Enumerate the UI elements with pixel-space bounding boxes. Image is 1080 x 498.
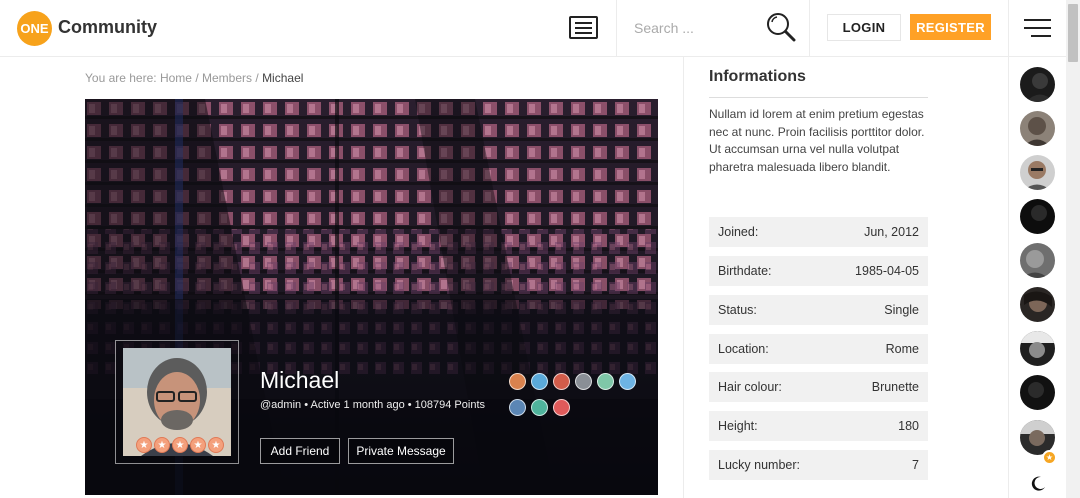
- info-label: Hair colour:: [718, 380, 782, 394]
- info-label: Height:: [718, 419, 758, 433]
- avatar-photo: [1024, 161, 1050, 190]
- info-row-status: Status: Single: [709, 295, 928, 325]
- scrollbar-thumb[interactable]: [1068, 4, 1078, 62]
- info-row-joined: Joined: Jun, 2012: [709, 217, 928, 247]
- info-row-height: Height: 180: [709, 411, 928, 441]
- login-button[interactable]: LOGIN: [827, 14, 901, 41]
- menu-list-icon[interactable]: [569, 16, 598, 39]
- logo-badge[interactable]: ONE: [17, 11, 52, 46]
- avatar-photo: [1022, 250, 1048, 278]
- book-badge-icon[interactable]: [509, 399, 526, 416]
- search-input[interactable]: [634, 17, 754, 39]
- globe-badge-icon[interactable]: [575, 373, 592, 390]
- info-description: Nullam id lorem at enim pretium egestas …: [709, 107, 925, 174]
- info-label: Status:: [718, 303, 757, 317]
- info-row-location: Location: Rome: [709, 334, 928, 364]
- member-avatar[interactable]: [1020, 111, 1055, 146]
- check-badge-icon[interactable]: [597, 373, 614, 390]
- profile-activity: Active 1 month ago: [310, 399, 405, 411]
- member-avatar[interactable]: [1020, 375, 1055, 410]
- profile-handle: @admin: [260, 399, 302, 411]
- meta-bullet: •: [407, 399, 412, 411]
- clock-badge-icon[interactable]: [531, 399, 548, 416]
- avatar-photo: [1028, 382, 1044, 398]
- profile-name: Michael: [260, 367, 340, 393]
- profile-meta: @admin • Active 1 month ago • 108794 Poi…: [260, 399, 485, 411]
- dark-mode-moon-icon[interactable]: [1030, 476, 1046, 492]
- profile-avatar[interactable]: ★ ★ ★ ★ ★: [123, 348, 231, 456]
- info-row-birthdate: Birthdate: 1985-04-05: [709, 256, 928, 286]
- avatar-photo: [1024, 117, 1050, 146]
- breadcrumb-home-link[interactable]: Home: [160, 71, 192, 85]
- search-icon[interactable]: [766, 12, 796, 42]
- divider: [1008, 0, 1009, 57]
- avatar-photo: [1024, 291, 1052, 312]
- rating-stars: ★ ★ ★ ★ ★: [136, 437, 224, 453]
- avatar-frame: ★ ★ ★ ★ ★: [115, 340, 239, 464]
- page-scrollbar[interactable]: [1066, 0, 1080, 498]
- trophy-badge-icon[interactable]: [553, 373, 570, 390]
- breadcrumb-separator: /: [255, 71, 259, 85]
- profile-points: 108794 Points: [414, 399, 486, 411]
- star-icon: ★: [208, 437, 224, 453]
- info-value: 180: [898, 419, 919, 433]
- member-avatar[interactable]: [1020, 199, 1055, 234]
- star-icon: ★: [154, 437, 170, 453]
- member-avatar[interactable]: [1020, 287, 1055, 322]
- info-label: Birthdate:: [718, 264, 772, 278]
- logo-text[interactable]: Community: [58, 17, 157, 38]
- avatar-photo: [1020, 331, 1055, 358]
- star-icon: ★: [172, 437, 188, 453]
- info-label: Location:: [718, 342, 769, 356]
- info-value: 7: [912, 458, 919, 472]
- badge-icon[interactable]: [509, 373, 526, 390]
- mail-badge-icon[interactable]: [619, 373, 636, 390]
- breadcrumb-separator: /: [195, 71, 199, 85]
- member-avatar[interactable]: [1020, 67, 1055, 102]
- info-value: Brunette: [871, 380, 919, 394]
- member-avatar[interactable]: [1020, 155, 1055, 190]
- breadcrumb-current: Michael: [262, 71, 304, 85]
- info-value: 1985-04-05: [855, 264, 919, 278]
- breadcrumb-members-link[interactable]: Members: [202, 71, 252, 85]
- star-icon: ★: [190, 437, 206, 453]
- divider: [616, 0, 617, 57]
- profile-cover: ★ ★ ★ ★ ★ Michael @admin • Active 1 mont…: [85, 99, 658, 495]
- member-avatar[interactable]: [1020, 243, 1055, 278]
- avatar-photo: [1031, 205, 1047, 221]
- star-badge-icon: ★: [1042, 450, 1057, 465]
- breadcrumb-prefix: You are here:: [85, 71, 157, 85]
- member-avatar[interactable]: [1020, 331, 1055, 366]
- site-header: ONE Community LOGIN REGISTER: [0, 0, 1066, 57]
- breadcrumb: You are here: Home / Members / Michael: [85, 71, 303, 85]
- meta-bullet: •: [304, 399, 309, 411]
- info-title: Informations: [709, 68, 806, 85]
- add-friend-button[interactable]: Add Friend: [260, 438, 340, 464]
- info-value: Rome: [885, 342, 919, 356]
- info-row-hair-colour: Hair colour: Brunette: [709, 372, 928, 402]
- chat-badge-icon[interactable]: [531, 373, 548, 390]
- info-row-lucky-number: Lucky number: 7: [709, 450, 928, 480]
- register-button[interactable]: REGISTER: [910, 14, 991, 40]
- star-icon: ★: [136, 437, 152, 453]
- divider: [709, 97, 928, 98]
- avatar-photo: [1026, 73, 1054, 102]
- info-label: Lucky number:: [718, 458, 800, 472]
- hamburger-menu-icon[interactable]: [1024, 19, 1051, 37]
- info-value: Single: [884, 303, 919, 317]
- divider: [809, 0, 810, 57]
- private-message-button[interactable]: Private Message: [348, 438, 454, 464]
- info-label: Joined:: [718, 225, 759, 239]
- heart-badge-icon[interactable]: [553, 399, 570, 416]
- info-value: Jun, 2012: [864, 225, 919, 239]
